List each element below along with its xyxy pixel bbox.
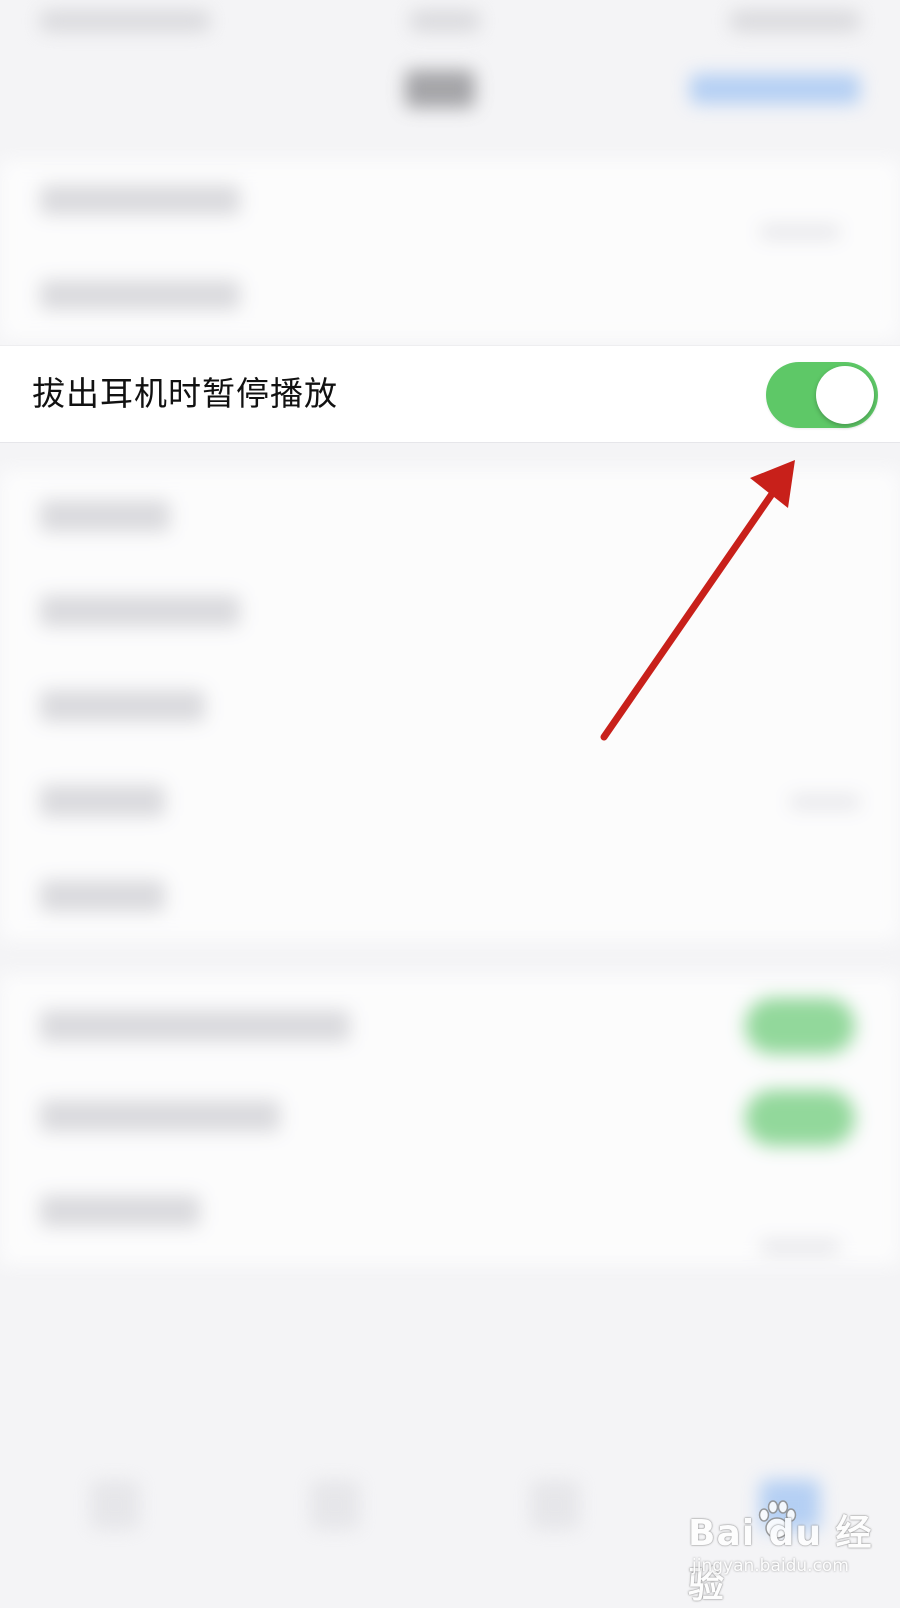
pause-on-unplug-row[interactable]: 拔出耳机时暂停播放 <box>0 345 900 443</box>
pause-on-unplug-label: 拔出耳机时暂停播放 <box>32 374 338 413</box>
baidu-jingyan-watermark: Bai du 经验 jingyan.baidu.com <box>688 1498 878 1606</box>
toggle-knob <box>816 366 874 424</box>
pause-on-unplug-toggle[interactable] <box>766 362 878 428</box>
blurred-background <box>0 0 900 1600</box>
watermark-url: jingyan.baidu.com <box>692 1556 849 1576</box>
